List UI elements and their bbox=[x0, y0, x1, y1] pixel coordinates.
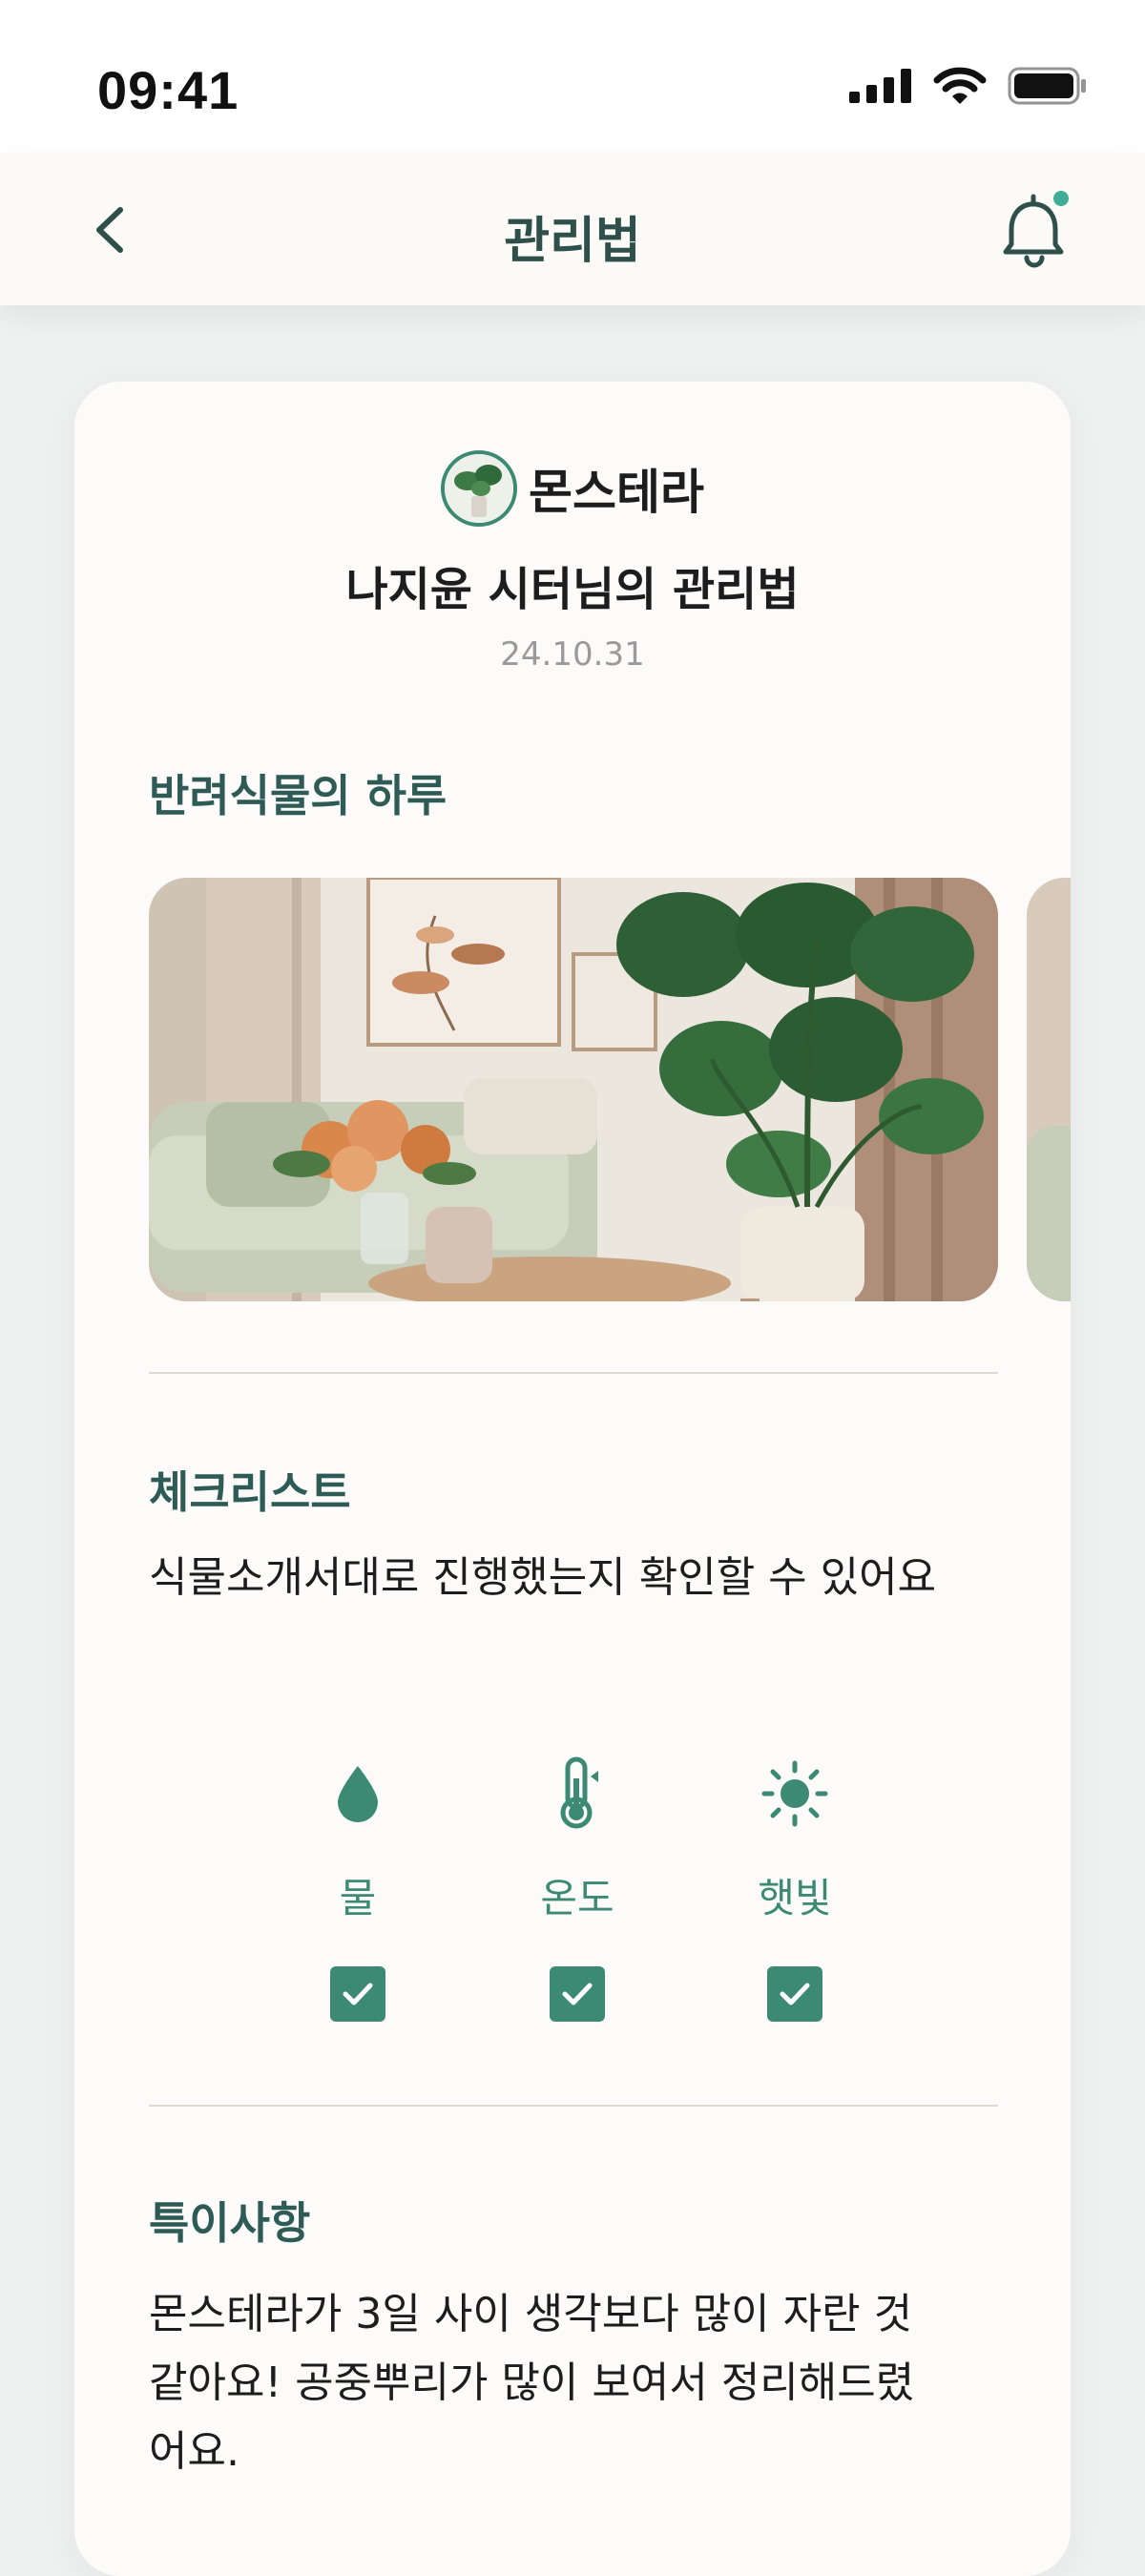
nav-bar: 관리법 bbox=[0, 153, 1145, 305]
notes-line-3: 어요. bbox=[149, 2427, 239, 2476]
plant-name: 몬스테라 bbox=[529, 465, 704, 520]
checklist-description: 식물소개서대로 진행했는지 확인할 수 있어요 bbox=[149, 1553, 937, 1602]
living-room-image bbox=[149, 878, 998, 1301]
checklist-label-sunlight: 햇빛 bbox=[758, 1875, 832, 1922]
checklist-item-sunlight: 햇빛 bbox=[718, 1755, 871, 2022]
status-time: 09:41 bbox=[97, 60, 239, 120]
notes-line-1: 몬스테라가 3일 사이 생각보다 많이 자란 것 bbox=[149, 2290, 913, 2338]
checklist-item-water: 물 bbox=[281, 1755, 434, 2022]
temperature-checkbox[interactable] bbox=[550, 1966, 605, 2022]
water-checkbox[interactable] bbox=[330, 1966, 385, 2022]
thermometer-icon bbox=[560, 1756, 598, 1829]
checkmark-icon bbox=[343, 1983, 373, 2005]
status-icons bbox=[849, 67, 1088, 105]
section-divider bbox=[149, 2105, 998, 2107]
care-guide-card: 몬스테라 나지윤 시터님의 관리법 24.10.31 반려식물의 하루 체크리스… bbox=[74, 382, 1071, 2576]
notes-line-2: 같아요! 공중뿌리가 많이 보여서 정리해드렸 bbox=[149, 2358, 915, 2407]
guide-title: 나지윤 시터님의 관리법 bbox=[345, 563, 800, 616]
page-title: 관리법 bbox=[504, 213, 641, 270]
living-room-image-next bbox=[1027, 878, 1071, 1301]
guide-date: 24.10.31 bbox=[500, 635, 645, 674]
checklist-label-temperature: 온도 bbox=[540, 1875, 614, 1922]
checkmark-icon bbox=[780, 1983, 810, 2005]
wifi-icon bbox=[933, 67, 987, 104]
plant-thumbnail-icon bbox=[445, 454, 513, 523]
plant-photo[interactable] bbox=[149, 878, 998, 1301]
checklist-label-water: 물 bbox=[339, 1875, 377, 1922]
sun-icon bbox=[761, 1760, 828, 1827]
plant-header: 몬스테라 bbox=[74, 450, 1071, 527]
checkmark-icon bbox=[562, 1983, 593, 2005]
daily-section-title: 반려식물의 하루 bbox=[149, 770, 448, 821]
signal-icon bbox=[849, 69, 911, 103]
notes-section-title: 특이사항 bbox=[149, 2197, 311, 2249]
water-drop-icon bbox=[338, 1766, 378, 1822]
photo-carousel[interactable] bbox=[149, 878, 1071, 1301]
notification-dot bbox=[1053, 191, 1069, 206]
status-bar: 09:41 bbox=[0, 0, 1145, 153]
plant-photo-next[interactable] bbox=[1027, 878, 1071, 1301]
checklist-section-title: 체크리스트 bbox=[149, 1466, 351, 1518]
notes-text: 몬스테라가 3일 사이 생각보다 많이 자란 것 같아요! 공중뿌리가 많이 보… bbox=[149, 2280, 998, 2486]
checklist-item-temperature: 온도 bbox=[501, 1755, 654, 2022]
plant-avatar bbox=[441, 450, 517, 527]
sunlight-checkbox[interactable] bbox=[767, 1966, 822, 2022]
battery-icon bbox=[1008, 67, 1086, 105]
notification-button[interactable] bbox=[998, 191, 1071, 271]
section-divider bbox=[149, 1372, 998, 1374]
